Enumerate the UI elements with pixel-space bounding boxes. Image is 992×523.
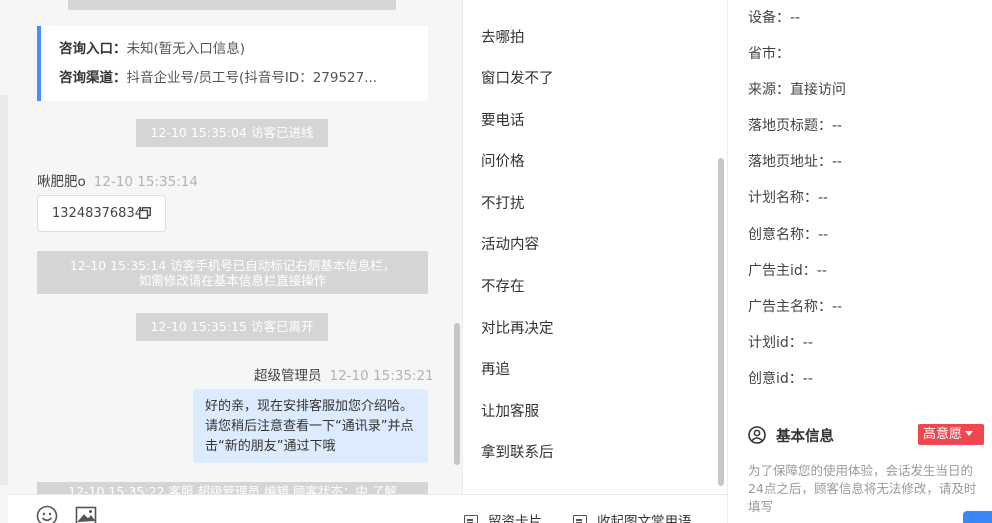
collapse-phrases-button[interactable]: 收起图文常用语 xyxy=(573,510,692,523)
landing-url-field: 落地页地址：-- xyxy=(748,154,843,170)
edit-deadline-notice: 为了保障您的使用体验，会话发生当日的24点之后，顾客信息将无法修改，请及时填写 xyxy=(748,463,977,514)
phrase-item[interactable]: 不存在 xyxy=(481,275,525,296)
advertiser-id-field: 广告主id：-- xyxy=(748,263,827,279)
visitor-time: 12-10 15:35:14 xyxy=(93,174,198,190)
phone-number: 13248376834 xyxy=(52,206,143,221)
consult-entry-label: 咨询入口： xyxy=(59,41,127,57)
phone-message-bubble: 13248376834 xyxy=(37,195,166,232)
phrase-scrollbar[interactable] xyxy=(718,158,724,486)
creative-name-field: 创意名称：-- xyxy=(748,227,829,243)
phrase-item[interactable]: 再追 xyxy=(481,358,510,379)
system-message-cut xyxy=(68,0,396,10)
landing-title-field: 落地页标题：-- xyxy=(748,118,843,134)
creative-id-field: 创意id：-- xyxy=(748,371,813,387)
system-message-phone-line1: 12-10 15:35:14 访客手机号已自动标记右侧基本信息栏， xyxy=(69,258,396,273)
document-icon xyxy=(464,515,478,523)
consult-entry-value: 未知(暂无入口信息) xyxy=(126,41,246,57)
lead-card-label: 留资卡片 xyxy=(488,514,542,523)
phrase-item[interactable]: 窗口发不了 xyxy=(481,67,554,88)
agent-header: 超级管理员 12-10 15:35:21 xyxy=(254,364,434,384)
caret-down-icon xyxy=(965,431,974,436)
system-message-left: 12-10 15:35:15 访客已离开 xyxy=(136,313,328,341)
plan-id-field: 计划id：-- xyxy=(748,335,813,351)
user-circle-icon xyxy=(748,426,766,444)
advertiser-name-field: 广告主名称：-- xyxy=(748,299,843,315)
app-root: 咨询入口：未知(暂无入口信息) 咨询渠道：抖音企业号/员工号(抖音号ID：279… xyxy=(0,0,992,523)
phrase-item[interactable]: 问价格 xyxy=(481,150,525,171)
system-message-entered: 12-10 15:35:04 访客已进线 xyxy=(136,119,328,147)
agent-time: 12-10 15:35:21 xyxy=(329,368,434,384)
phrase-item[interactable]: 拿到联系后 xyxy=(481,441,554,462)
lead-card-button[interactable]: 留资卡片 xyxy=(464,510,542,523)
document-icon xyxy=(573,515,587,523)
visitor-info-panel: 设备：-- 省市： 来源：直接访问 落地页标题：-- 落地页地址：-- 计划名称… xyxy=(727,0,992,523)
agent-reply-bubble: 好的亲，现在安排客服加您介绍哈。请您稍后注意查看一下“通讯录”并点击“新的朋友”… xyxy=(193,389,428,463)
basic-info-heading: 基本信息 xyxy=(748,425,834,446)
intent-level-dropdown[interactable]: 高意愿 xyxy=(918,424,984,445)
phrase-item[interactable]: 对比再决定 xyxy=(481,317,554,338)
visitor-header: 啾肥肥o 12-10 15:35:14 xyxy=(37,170,198,190)
consult-channel-row: 咨询渠道：抖音企业号/员工号(抖音号ID：279527... xyxy=(59,66,419,95)
chat-left-edge xyxy=(0,95,8,485)
copy-icon[interactable] xyxy=(139,207,151,219)
phrase-item[interactable]: 让加客服 xyxy=(481,400,539,421)
phrase-footer: 留资卡片 收起图文常用语 xyxy=(462,494,727,523)
consult-channel-value: 抖音企业号/员工号(抖音号ID：279527... xyxy=(126,70,378,86)
chat-toolbar xyxy=(8,494,462,523)
visitor-name: 啾肥肥o xyxy=(37,174,86,190)
emoji-icon[interactable] xyxy=(36,505,58,523)
consult-info-card: 咨询入口：未知(暂无入口信息) 咨询渠道：抖音企业号/员工号(抖音号ID：279… xyxy=(37,26,428,101)
intent-level-label: 高意愿 xyxy=(923,427,963,442)
system-message-phone-line2: 如需修改请在基本信息栏直接操作 xyxy=(138,273,327,288)
floating-action-button[interactable] xyxy=(963,511,992,523)
image-icon[interactable] xyxy=(75,505,97,523)
chat-panel: 咨询入口：未知(暂无入口信息) 咨询渠道：抖音企业号/员工号(抖音号ID：279… xyxy=(0,0,462,523)
device-field: 设备：-- xyxy=(748,10,801,26)
phrase-item[interactable]: 去哪拍 xyxy=(481,26,525,47)
source-field: 来源：直接访问 xyxy=(748,82,846,98)
province-field: 省市： xyxy=(748,46,790,62)
collapse-phrases-label: 收起图文常用语 xyxy=(597,514,692,523)
system-message-phone-marked: 12-10 15:35:14 访客手机号已自动标记右侧基本信息栏， 如需修改请在… xyxy=(37,251,428,294)
chat-scrollbar[interactable] xyxy=(454,323,460,465)
phrase-item[interactable]: 活动内容 xyxy=(481,233,539,254)
basic-info-title: 基本信息 xyxy=(776,429,834,445)
plan-name-field: 计划名称：-- xyxy=(748,190,829,206)
phrase-item[interactable]: 要电话 xyxy=(481,109,525,130)
consult-entry-row: 咨询入口：未知(暂无入口信息) xyxy=(59,37,419,66)
quick-phrase-panel: 去哪拍 窗口发不了 要电话 问价格 不打扰 活动内容 不存在 对比再决定 再追 … xyxy=(462,0,727,494)
agent-name: 超级管理员 xyxy=(254,368,322,384)
phrase-item[interactable]: 不打扰 xyxy=(481,192,525,213)
consult-channel-label: 咨询渠道： xyxy=(59,70,127,86)
